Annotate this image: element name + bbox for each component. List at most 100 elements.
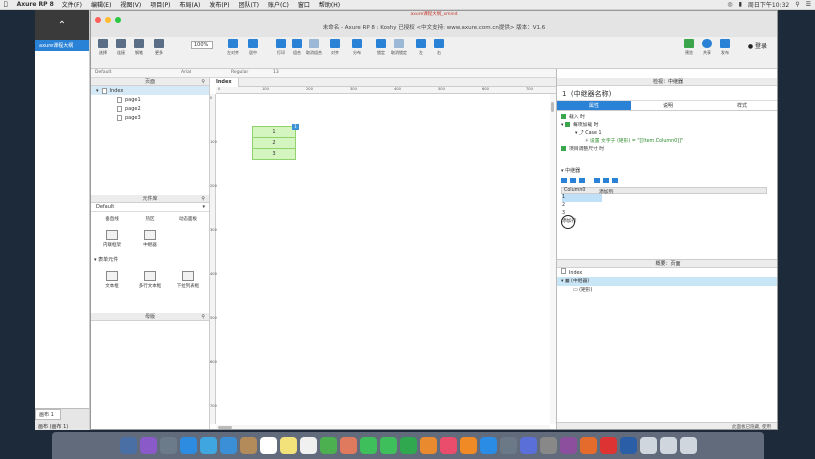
menu-project[interactable]: 项目(P) [150,0,170,9]
downloads-icon[interactable] [659,437,677,454]
insert-column-icon[interactable] [612,177,618,183]
siri-icon[interactable] [139,437,157,454]
app-menu[interactable]: Axure RP 8 [17,1,54,8]
battery-icon[interactable]: ▮ [739,1,742,8]
widget-name-field[interactable]: 1 (中继器名称) [557,86,777,101]
messages-icon[interactable] [379,437,397,454]
move-up-icon[interactable] [603,177,609,183]
tab-index[interactable]: Index [210,78,239,87]
distribute-button[interactable]: 分布 [347,39,367,56]
weight-select[interactable]: Regular [231,70,248,75]
widget-vertical-line[interactable]: 垂直线 [93,216,131,222]
menu-file[interactable]: 文件(F) [62,0,82,9]
maps-icon[interactable] [319,437,337,454]
widget-text-area[interactable]: 多行文本框 [131,271,169,289]
chevron-down-icon[interactable]: ▾ [96,88,99,94]
quicktime-icon[interactable] [619,437,637,454]
outline-tab[interactable]: axure课程大纲 [35,40,89,51]
case-1[interactable]: ▾ ⤴ Case 1 [561,130,775,138]
menu-account[interactable]: 账户(C) [268,0,289,9]
left-button[interactable]: 左 [411,39,431,56]
library-select[interactable]: Default ▾ [91,203,209,212]
firefox-icon[interactable] [579,437,597,454]
menu-help[interactable]: 帮助(H) [319,0,340,9]
app-store-icon[interactable] [479,437,497,454]
right-button[interactable]: 右 [429,39,449,56]
library-section[interactable]: ▾ 表单元件 [91,252,209,267]
repeater-widget[interactable]: 1 2 3 [252,126,296,160]
numbers-icon[interactable] [399,437,417,454]
event-item-resize[interactable]: 项目调整尺寸 时 [561,146,775,154]
column0-header[interactable]: Column0 [562,188,597,193]
delete-row-icon[interactable] [579,177,585,183]
document-tab[interactable]: axure课程大纲_xmind [91,11,777,17]
outline-item-page[interactable]: Index [557,268,777,277]
login-button[interactable]: ● 登录 [748,41,767,50]
clock[interactable]: 周日下午10:32 [748,0,789,9]
crossover-icon[interactable] [599,437,617,454]
books-icon[interactable] [459,437,477,454]
notes-icon[interactable] [279,437,297,454]
publish-button[interactable]: 发布 [715,39,735,56]
calendar-icon[interactable] [259,437,277,454]
add-row-icon[interactable] [561,177,567,183]
widget-repeater[interactable]: 中继器 [131,230,169,248]
widget-hotspot[interactable]: 热区 [131,216,169,222]
connect-button[interactable]: 连接 [111,39,131,56]
dataset-row[interactable]: 1 [561,194,767,202]
dataset-row[interactable]: 2 [561,202,767,210]
zoom-select[interactable]: 100% [191,41,213,49]
tab-properties[interactable]: 属性 [557,101,631,110]
event-item-load[interactable]: ▾ 每项加载 时 [561,122,775,130]
center-button[interactable]: 居中 [243,39,263,56]
page-item-index[interactable]: ▾ Index [91,86,209,95]
font-select[interactable]: Arial [181,70,191,75]
select-button[interactable]: 选择 [93,39,113,56]
page-item-page2[interactable]: page2 [91,104,209,113]
trash-icon[interactable] [679,437,697,454]
sheet-tab[interactable]: 画布 1 [35,409,61,420]
tab-notes[interactable]: 说明 [631,101,705,110]
widget-text-field[interactable]: 文本框 [93,271,131,289]
menu-team[interactable]: 团队(T) [239,0,259,9]
align-left-button[interactable]: 左对齐 [223,39,243,56]
add-column-header[interactable]: 添加列 [597,188,632,195]
size-select[interactable]: 13 [273,70,279,75]
keynote-icon[interactable] [419,437,437,454]
photos-app-icon[interactable] [339,437,357,454]
menu-window[interactable]: 窗口 [298,0,310,9]
menu-layout[interactable]: 布局(A) [180,0,201,9]
preview-button[interactable]: 预览 [679,39,699,56]
search-icon[interactable]: ⚲ [795,1,799,8]
tab-style[interactable]: 样式 [705,101,777,110]
apple-icon[interactable]:  [4,1,8,8]
menu-publish[interactable]: 发布(P) [209,0,229,9]
add-row-link[interactable]: 添加行 [561,218,767,226]
widget-dynamic-panel[interactable]: 动态面板 [169,216,207,222]
chevron-up-icon[interactable]: ⌃ [58,20,66,31]
page-item-page1[interactable]: page1 [91,95,209,104]
insert-row-icon[interactable] [570,177,576,183]
share-button[interactable]: 共享 [697,39,717,56]
axure-icon[interactable] [559,437,577,454]
dataset-cell[interactable]: 1 [562,194,602,202]
ungroup-button[interactable]: 取消组合 [304,39,324,56]
finder-icon[interactable] [119,437,137,454]
dataset-row[interactable]: 3 [561,210,767,218]
align-button[interactable]: 对齐 [325,39,345,56]
lock-button[interactable]: 锁定 [371,39,391,56]
event-onload[interactable]: 载入 时 [561,114,775,122]
search-icon[interactable]: ⚲ [201,78,205,86]
widget-droplist[interactable]: 下拉列表框 [169,271,207,289]
settings-icon[interactable] [499,437,517,454]
repeater-item[interactable]: 3 [252,148,296,160]
telegram-icon[interactable] [199,437,217,454]
repeater-section[interactable]: ▾ 中继器 [557,164,777,176]
search-icon[interactable]: ⚲ [201,313,205,321]
music-icon[interactable] [439,437,457,454]
style-select[interactable]: Default [95,70,111,75]
unlock-button[interactable]: 取消锁定 [389,39,409,56]
preview-icon[interactable] [639,437,657,454]
menu-edit[interactable]: 编辑(E) [91,0,111,9]
photos-icon[interactable] [219,437,237,454]
